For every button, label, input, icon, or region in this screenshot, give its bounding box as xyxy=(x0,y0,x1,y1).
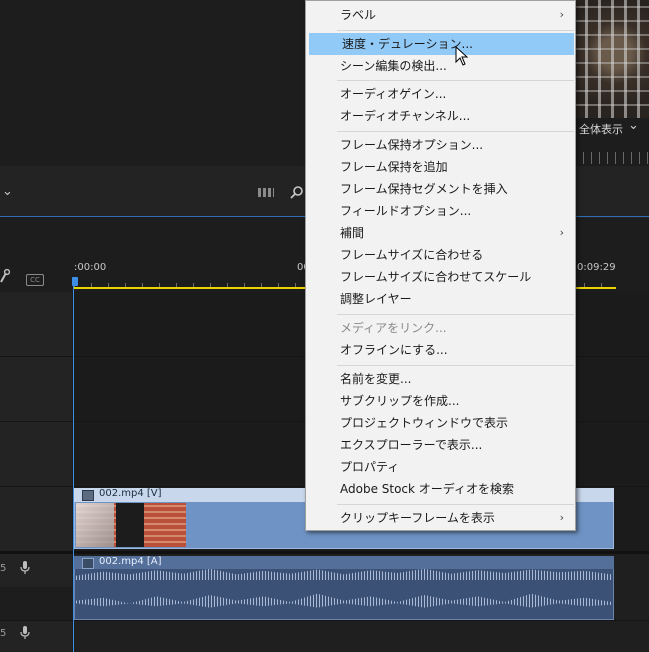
playhead-handle[interactable] xyxy=(72,277,78,286)
submenu-arrow-icon: › xyxy=(559,511,564,524)
menu-separator xyxy=(337,131,574,132)
context-menu-item-label: オーディオゲイン... xyxy=(340,87,447,101)
context-menu-item[interactable]: 名前を変更... xyxy=(307,368,574,390)
submenu-arrow-icon: › xyxy=(559,226,564,239)
program-monitor xyxy=(575,0,649,118)
context-menu-item-label: メディアをリンク... xyxy=(340,321,447,335)
context-menu-item[interactable]: フレーム保持セグメントを挿入 xyxy=(307,178,574,200)
menu-separator xyxy=(337,365,574,366)
chevron-down-icon[interactable]: ⌄ xyxy=(2,184,13,199)
menu-separator xyxy=(337,314,574,315)
context-menu-item-label: フィールドオプション... xyxy=(340,204,472,218)
context-menu-item-label: 名前を変更... xyxy=(340,372,412,386)
context-menu-item[interactable]: プロジェクトウィンドウで表示 xyxy=(307,412,574,434)
context-menu-item[interactable]: オフラインにする... xyxy=(307,339,574,361)
ruler-timecode-start: :00:00 xyxy=(74,262,107,273)
playhead-line[interactable] xyxy=(73,286,74,652)
track-header-v3[interactable] xyxy=(0,357,72,421)
video-clip-label: 002.mp4 [V] xyxy=(99,488,162,499)
context-menu-item-label: オフラインにする... xyxy=(340,343,448,357)
context-menu-item[interactable]: 補間 › xyxy=(307,222,574,244)
context-menu-item[interactable]: 調整レイヤー xyxy=(307,288,574,310)
context-menu-item-label: プロジェクトウィンドウで表示 xyxy=(340,416,509,430)
context-menu-item[interactable]: Adobe Stock オーディオを検索 xyxy=(307,478,574,500)
context-menu-item[interactable]: オーディオゲイン... xyxy=(307,83,574,105)
chevron-down-icon[interactable]: ⌄ xyxy=(628,118,639,133)
context-menu-item[interactable]: クリップキーフレームを表示 › xyxy=(307,507,574,529)
context-menu-item: メディアをリンク... xyxy=(307,317,574,339)
monitor-preview-image xyxy=(575,0,649,118)
context-menu-item-label: 速度・デュレーション... xyxy=(342,37,473,51)
mouse-cursor-icon xyxy=(455,46,469,66)
wrench-icon[interactable] xyxy=(0,269,10,283)
context-menu-item-label: 補間 xyxy=(340,226,365,240)
zoom-level-select[interactable]: 全体表示 xyxy=(579,121,623,137)
context-menu-item-label: Adobe Stock オーディオを検索 xyxy=(340,482,514,496)
monitor-ruler[interactable] xyxy=(575,152,649,164)
track-number: 5 xyxy=(0,628,7,639)
context-menu-item-label: フレーム保持セグメントを挿入 xyxy=(340,182,508,196)
context-menu-item[interactable]: フレーム保持を追加 xyxy=(307,156,574,178)
context-menu-item-label: プロパティ xyxy=(340,460,400,474)
context-menu-item-label: フレームサイズに合わせる xyxy=(340,248,484,262)
context-menu-item[interactable]: フレームサイズに合わせる xyxy=(307,244,574,266)
microphone-icon[interactable] xyxy=(20,626,30,640)
context-menu-item-label: 調整レイヤー xyxy=(340,292,412,306)
microphone-icon[interactable] xyxy=(20,561,30,575)
context-menu-item-label: ラベル xyxy=(340,8,377,22)
submenu-arrow-icon: › xyxy=(559,8,564,21)
context-menu-item-label: シーン編集の検出... xyxy=(340,59,447,73)
meter-icon[interactable] xyxy=(258,188,274,197)
context-menu-item[interactable]: 速度・デュレーション... xyxy=(309,33,574,55)
captions-icon[interactable]: CC xyxy=(26,274,44,286)
context-menu: ラベル › 速度・デュレーション... シーン編集の検出... オーディオゲイン... オ… xyxy=(305,0,576,531)
context-menu-item[interactable]: プロパティ xyxy=(307,456,574,478)
context-menu-item[interactable]: フィールドオプション... xyxy=(307,200,574,222)
context-menu-item[interactable]: オーディオチャンネル... xyxy=(307,105,574,127)
context-menu-item[interactable]: サブクリップを作成... xyxy=(307,390,574,412)
context-menu-item-label: クリップキーフレームを表示 xyxy=(340,511,495,525)
context-menu-item-label: フレームサイズに合わせてスケール xyxy=(340,270,532,284)
menu-separator xyxy=(337,504,574,505)
context-menu-item[interactable]: フレーム保持オプション... xyxy=(307,134,574,156)
track-header-v4[interactable] xyxy=(0,292,72,356)
menu-separator xyxy=(337,80,574,81)
track-divider xyxy=(0,620,649,621)
context-menu-item-label: サブクリップを作成... xyxy=(340,394,460,408)
video-clip-thumbnail-highlight xyxy=(76,503,114,547)
fx-badge-icon xyxy=(82,558,94,569)
track-header-a2[interactable] xyxy=(0,620,72,652)
track-header-v2[interactable] xyxy=(0,422,72,486)
audio-clip-label: 002.mp4 [A] xyxy=(99,556,162,567)
context-menu-item-label: フレーム保持を追加 xyxy=(340,160,448,174)
video-audio-divider xyxy=(0,551,649,554)
menu-separator xyxy=(337,30,574,31)
context-menu-item-label: エクスプローラーで表示... xyxy=(340,438,483,452)
track-number: 5 xyxy=(0,563,7,574)
context-menu-item[interactable]: エクスプローラーで表示... xyxy=(307,434,574,456)
context-menu-item[interactable]: シーン編集の検出... xyxy=(307,55,574,77)
context-menu-item[interactable]: フレームサイズに合わせてスケール xyxy=(307,266,574,288)
search-icon[interactable] xyxy=(289,185,305,201)
track-header-v1[interactable] xyxy=(0,487,72,551)
ruler-timecode-end: 0:09:29 xyxy=(577,262,616,273)
context-menu-item-label: フレーム保持オプション... xyxy=(340,138,484,152)
context-menu-item-label: オーディオチャンネル... xyxy=(340,109,471,123)
track-header-a1[interactable] xyxy=(0,553,72,587)
fx-badge-icon xyxy=(82,490,94,501)
context-menu-item[interactable]: ラベル › xyxy=(307,4,574,26)
